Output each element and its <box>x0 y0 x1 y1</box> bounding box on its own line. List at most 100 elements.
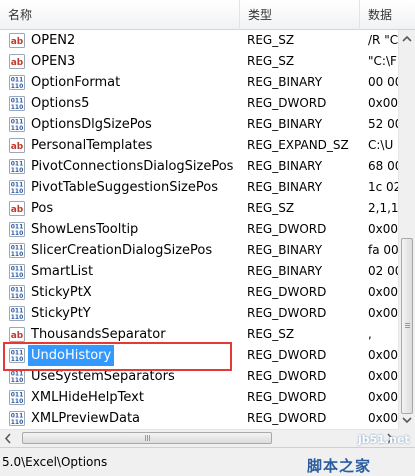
registry-value-row[interactable]: ab ThousandsSeparator REG_SZ, <box>0 324 398 345</box>
binary-value-icon: 011110 <box>9 369 25 384</box>
vertical-scrollbar[interactable] <box>398 30 415 429</box>
registry-value-row[interactable]: ab OPEN2 REG_SZ/R "C <box>0 30 398 51</box>
value-type: REG_BINARY <box>247 180 323 194</box>
value-data: 1c 02 <box>368 180 398 194</box>
registry-value-row[interactable]: 011110 OptionFormat REG_BINARY 00 00 <box>0 72 398 93</box>
value-type: REG_BINARY <box>247 243 323 257</box>
svg-text:110: 110 <box>11 167 24 174</box>
value-name: StickyPtX <box>31 285 92 300</box>
value-data: , <box>368 327 372 341</box>
value-type: REG_BINARY <box>247 264 323 278</box>
svg-text:110: 110 <box>11 377 24 384</box>
registry-value-row[interactable]: 011 110 Options5 REG_DWORD 0x00 <box>0 93 398 114</box>
binary-value-icon: 011110 <box>9 96 25 111</box>
svg-text:ab: ab <box>11 37 24 47</box>
value-data: 0x00 <box>368 390 398 404</box>
value-type: REG_SZ <box>247 327 295 341</box>
value-data: 68 00 <box>368 159 398 173</box>
scroll-up-button[interactable] <box>399 30 415 47</box>
svg-text:ab: ab <box>11 142 24 152</box>
scroll-left-button[interactable] <box>0 430 17 447</box>
registry-value-row[interactable]: 011 110 UseSystemSeparators REG_DWORD 0x00 <box>0 366 398 387</box>
value-type: REG_EXPAND_SZ <box>247 138 349 152</box>
value-type: REG_SZ <box>247 33 295 47</box>
value-type: REG_DWORD <box>247 285 327 299</box>
vertical-scroll-thumb[interactable] <box>401 238 413 414</box>
binary-value-icon: 011110 <box>9 390 25 405</box>
registry-value-row[interactable]: ab Pos REG_SZ 2,1,1 <box>0 198 398 219</box>
value-type: REG_SZ <box>247 201 295 215</box>
registry-path: 5.0\Excel\Options <box>2 455 108 469</box>
column-header-name[interactable]: 名称 <box>0 0 240 30</box>
value-data: /R "C <box>368 33 398 47</box>
value-data: 0x00 <box>368 348 398 362</box>
registry-value-row[interactable]: 011 110 PivotConnectionsDialogSizePos REG_B… <box>0 156 398 177</box>
svg-text:110: 110 <box>11 188 24 195</box>
value-type: REG_SZ <box>247 54 295 68</box>
horizontal-scroll-thumb[interactable] <box>22 432 272 444</box>
registry-value-row[interactable]: 011 110 XMLPreviewData REG_DWORD 0x00 <box>0 408 398 429</box>
value-data: 0x00 <box>368 369 398 383</box>
value-name: PivotTableSuggestionSizePos <box>31 180 218 195</box>
svg-text:110: 110 <box>11 398 24 405</box>
svg-text:110: 110 <box>11 83 24 90</box>
value-name: StickyPtY <box>31 306 91 321</box>
list-header: 名称 类型 数据 <box>0 0 415 30</box>
svg-text:110: 110 <box>11 419 24 426</box>
registry-value-row[interactable]: 011 110 StickyPtX REG_DWORD 0x00 <box>0 282 398 303</box>
value-data: C:\U <box>368 138 394 152</box>
value-name: OptionFormat <box>31 75 121 90</box>
registry-value-row[interactable]: 011 110 PivotTableSuggestionSizePos REG_BIN… <box>0 177 398 198</box>
value-type: REG_DWORD <box>247 369 327 383</box>
registry-value-row[interactable]: ab OPEN3 REG_SZ "C:\F <box>0 51 398 72</box>
svg-text:110: 110 <box>11 272 24 279</box>
registry-value-row-selected[interactable]: 011 110 UndoHistory REG_DWORD 0x00 <box>0 345 398 366</box>
column-header-type[interactable]: 类型 <box>240 0 360 30</box>
svg-text:ab: ab <box>11 58 24 68</box>
chevron-left-icon <box>4 433 11 444</box>
registry-value-row[interactable]: 011110 OptionsDlgSizePos REG_BINARY 52 00 <box>0 114 398 135</box>
registry-value-row[interactable]: ab PersonalTemplates REG_EXPAND_SZ C:\U <box>0 135 398 156</box>
watermark-site: jb51.net <box>358 433 410 446</box>
value-name: ThousandsSeparator <box>31 327 166 342</box>
value-name: ShowLensTooltip <box>31 222 139 237</box>
value-data: 02 00 <box>368 264 398 278</box>
registry-value-row[interactable]: 011110 SmartList REG_BINARY 02 00 <box>0 261 398 282</box>
registry-values-list[interactable]: ab OPEN2 REG_SZ/R "C ab OPEN3 REG_SZ "C:\F 011 1… <box>0 30 398 429</box>
column-header-data[interactable]: 数据 <box>360 0 415 30</box>
svg-text:110: 110 <box>11 230 24 237</box>
registry-value-row[interactable]: 011 110 XMLHideHelpText REG_DWORD 0x00 <box>0 387 398 408</box>
registry-value-row[interactable]: 011 110 StickyPtY REG_DWORD 0x00 <box>0 303 398 324</box>
value-name: Options5 <box>31 96 90 111</box>
string-value-icon: ab <box>9 201 25 216</box>
binary-value-icon: 011110 <box>9 180 25 195</box>
value-data: "C:\F <box>368 54 397 68</box>
svg-text:110: 110 <box>11 314 24 321</box>
value-name: OPEN2 <box>31 33 76 48</box>
svg-text:110: 110 <box>11 104 24 111</box>
svg-text:110: 110 <box>11 251 24 258</box>
binary-value-icon: 011110 <box>9 243 25 258</box>
binary-value-icon: 011110 <box>9 285 25 300</box>
horizontal-scrollbar[interactable] <box>0 429 398 447</box>
binary-value-icon: 011110 <box>9 348 25 363</box>
registry-value-row[interactable]: 011 110 ShowLensTooltip REG_DWORD 0x00 <box>0 219 398 240</box>
value-name: OptionsDlgSizePos <box>31 117 152 132</box>
value-type: REG_BINARY <box>247 117 323 131</box>
value-type: REG_DWORD <box>247 348 327 362</box>
chevron-up-icon <box>402 35 412 42</box>
string-value-icon: ab <box>9 138 25 153</box>
binary-value-icon: 011110 <box>9 159 25 174</box>
value-name: XMLPreviewData <box>31 411 141 426</box>
binary-value-icon: 011110 <box>9 264 25 279</box>
binary-value-icon: 011110 <box>9 306 25 321</box>
value-data: 2,1,1 <box>368 201 398 215</box>
value-name: UndoHistory <box>28 345 115 366</box>
scroll-down-button[interactable] <box>399 412 415 429</box>
chevron-down-icon <box>402 417 412 424</box>
svg-text:110: 110 <box>11 293 24 300</box>
registry-value-row[interactable]: 011 110 SlicerCreationDialogSizePos REG_BIN… <box>0 240 398 261</box>
binary-value-icon: 011110 <box>9 117 25 132</box>
value-data: 0x00 <box>368 96 398 110</box>
value-type: REG_BINARY <box>247 159 323 173</box>
